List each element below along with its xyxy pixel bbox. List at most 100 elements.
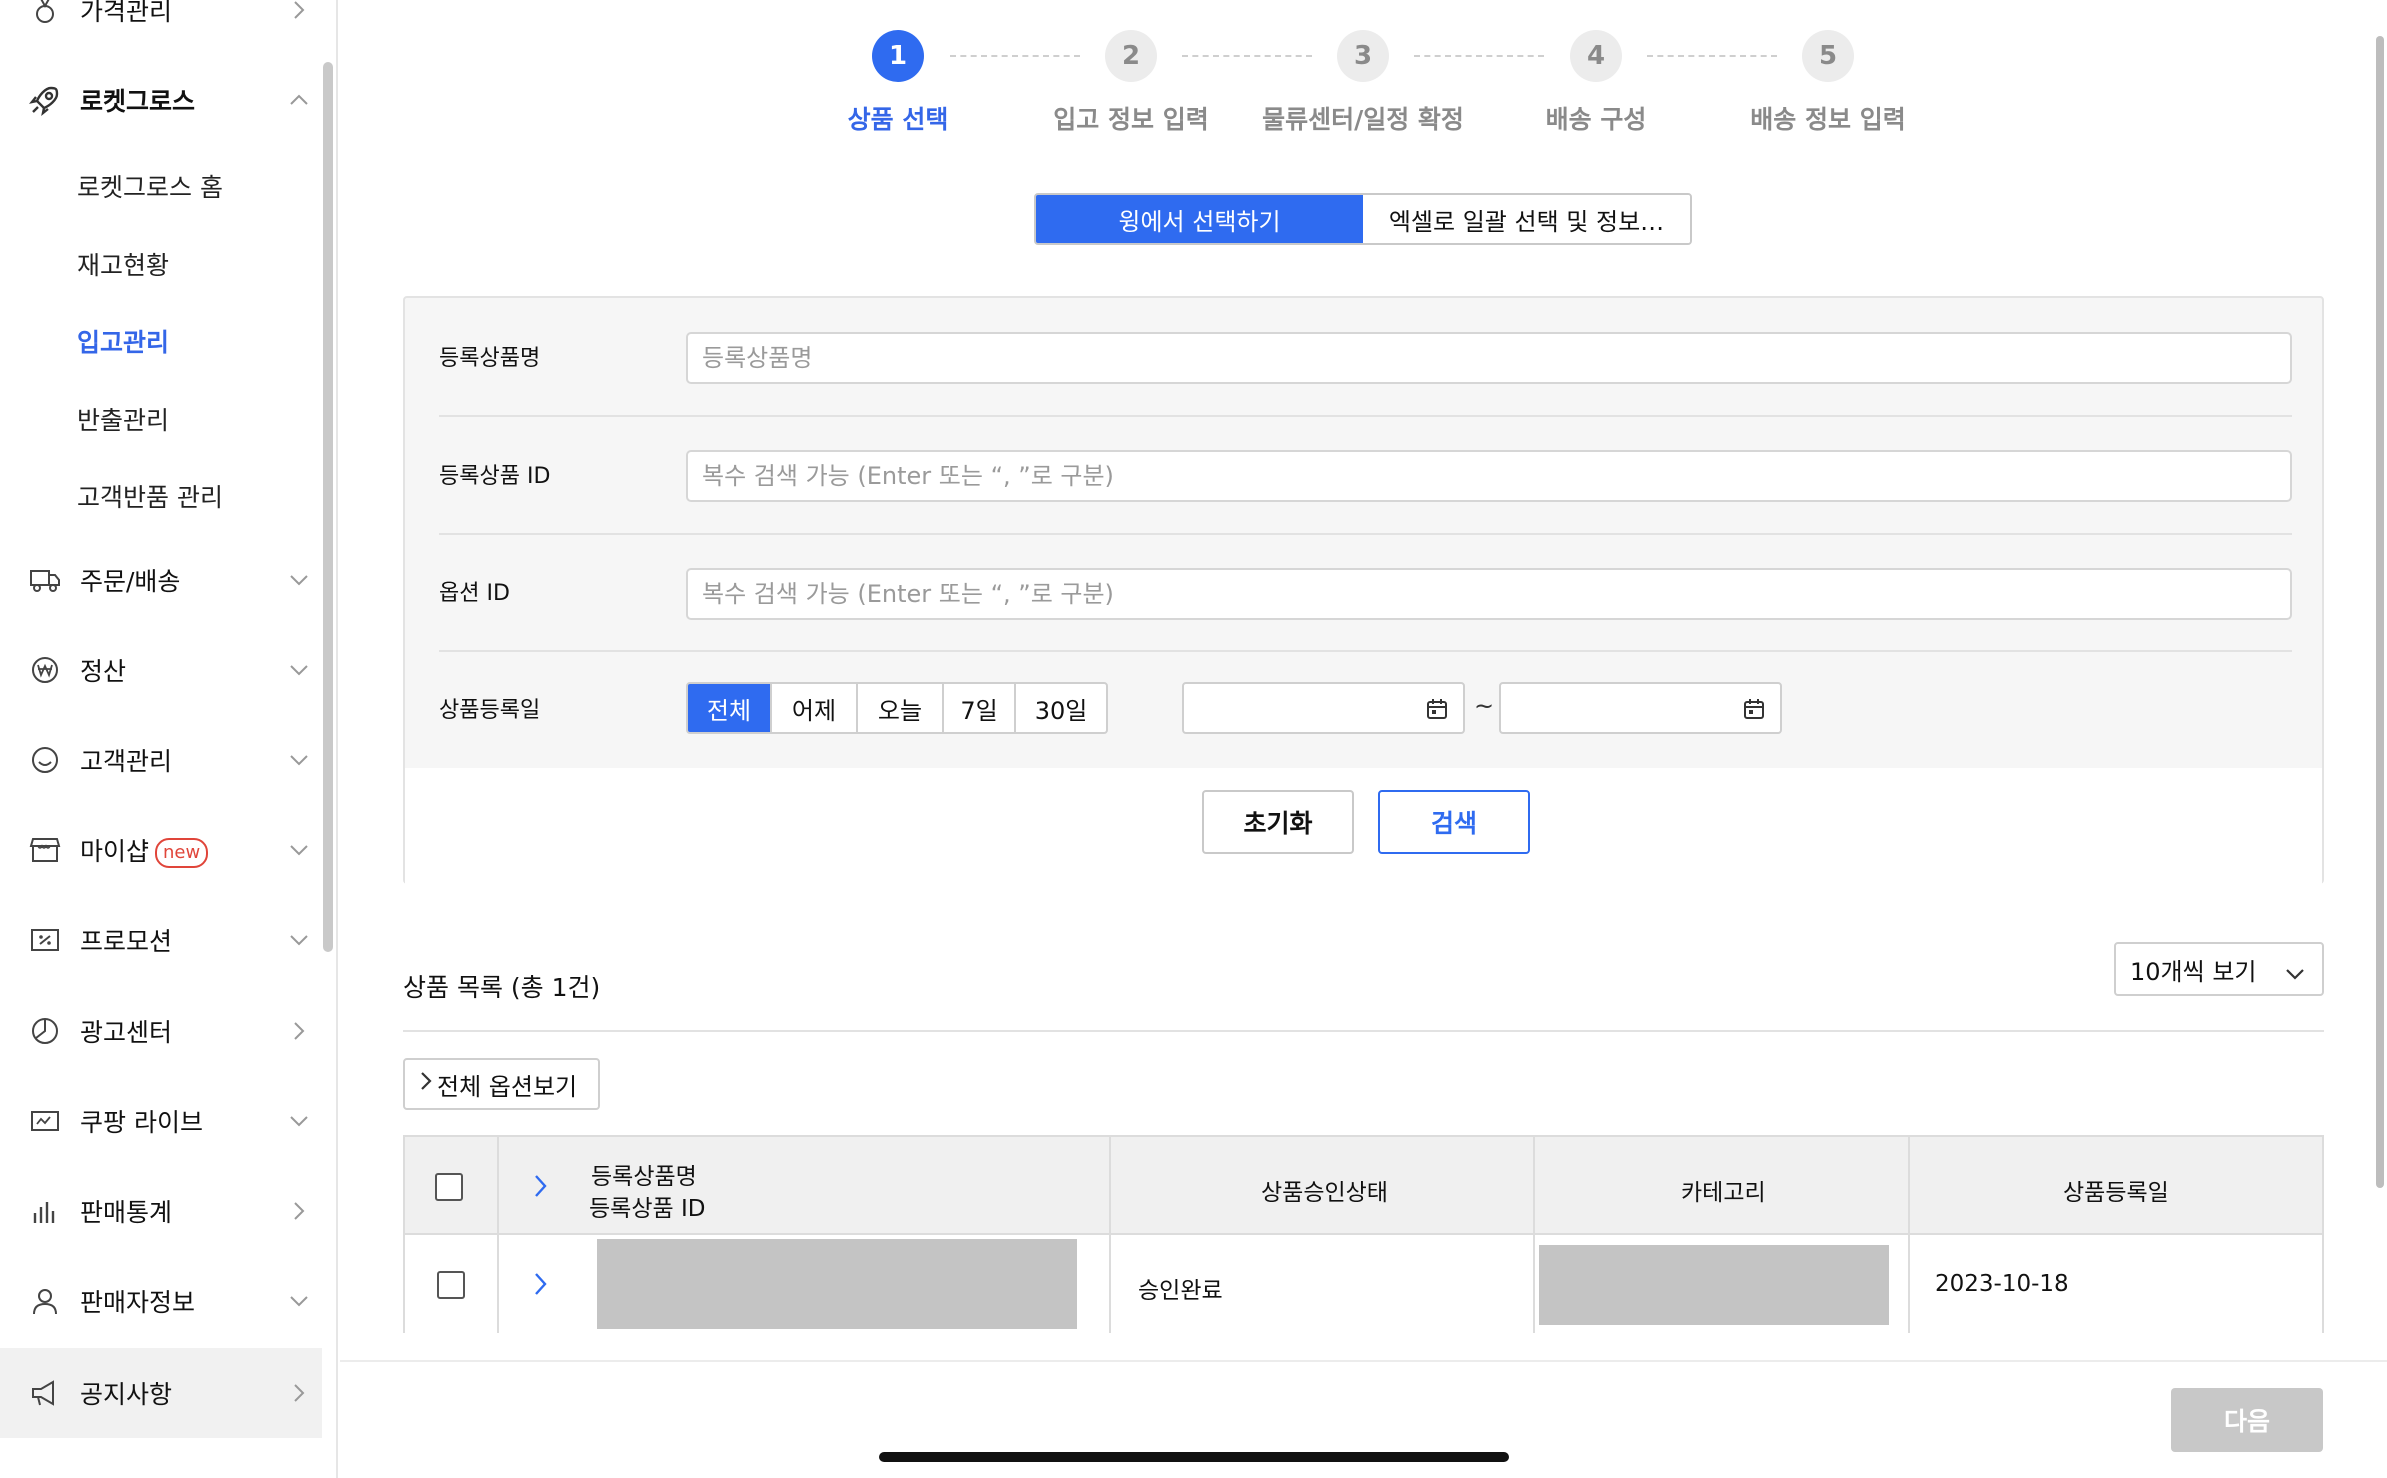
sidebar-item-label: 광고센터 <box>80 1018 173 1047</box>
sidebar-sub-rocketgrowth-home[interactable]: 로켓그로스 홈 <box>77 168 223 204</box>
pie-icon <box>28 1014 62 1048</box>
product-id-label: 등록상품 ID <box>439 464 551 489</box>
product-id-input[interactable] <box>686 450 2292 502</box>
calendar-icon[interactable] <box>1425 697 1449 725</box>
divider <box>439 533 2292 535</box>
start-date-input[interactable] <box>1182 682 1465 734</box>
date-range-30days[interactable]: 30일 <box>1016 684 1106 732</box>
sidebar-item-notice[interactable]: 공지사항 <box>0 1348 322 1438</box>
chevron-down-icon <box>288 659 310 681</box>
product-name-label: 등록상품명 <box>439 346 541 371</box>
sidebar-sub-inbound[interactable]: 입고관리 <box>77 323 169 359</box>
smile-icon <box>28 743 62 777</box>
col-registration-date: 상품등록일 <box>2063 1180 2169 1206</box>
chevron-down-icon <box>288 749 310 771</box>
sidebar-item-label: 가격관리 <box>80 0 173 26</box>
sidebar-item-promotion[interactable]: 프로모션 <box>0 895 322 985</box>
redacted-product-name <box>597 1239 1077 1329</box>
divider <box>439 415 2292 417</box>
sidebar-item-myshop[interactable]: 마이샵 new <box>0 805 322 895</box>
step-number: 5 <box>1802 30 1854 82</box>
live-icon <box>28 1104 62 1138</box>
chevron-right-icon <box>288 1200 310 1222</box>
sidebar-item-orders[interactable]: 주문/배송 <box>0 535 322 625</box>
home-indicator <box>879 1452 1509 1462</box>
sidebar-item-sales-stats[interactable]: 판매통계 <box>0 1166 322 1256</box>
view-all-options-label: 전체 옵션보기 <box>437 1072 578 1101</box>
col-product-id: 등록상품 ID <box>589 1196 706 1222</box>
next-button[interactable]: 다음 <box>2171 1388 2323 1452</box>
sidebar-sub-inventory[interactable]: 재고현황 <box>77 246 169 282</box>
medal-icon <box>28 0 62 27</box>
step-label: 배송 구성 <box>1545 105 1647 134</box>
end-date-input[interactable] <box>1499 682 1782 734</box>
divider <box>1533 1137 1535 1333</box>
search-button[interactable]: 검색 <box>1378 790 1530 854</box>
product-name-input[interactable] <box>686 332 2292 384</box>
select-all-checkbox[interactable] <box>435 1173 463 1201</box>
sidebar-item-label: 정산 <box>80 657 127 686</box>
sidebar-item-label: 쿠팡 라이브 <box>80 1108 203 1137</box>
divider <box>439 650 2292 652</box>
step-label: 배송 정보 입력 <box>1750 105 1906 134</box>
sidebar-item-customers[interactable]: 고객관리 <box>0 715 322 805</box>
new-badge: new <box>155 838 209 868</box>
chevron-right-icon[interactable] <box>533 1271 549 1301</box>
table-row[interactable]: 승인완료 2023-10-18 <box>405 1235 2322 1333</box>
step-2: 2 입고 정보 입력 <box>1011 30 1251 136</box>
sidebar-scrollbar[interactable] <box>323 62 333 952</box>
chevron-right-icon[interactable] <box>533 1173 549 1203</box>
date-range-all[interactable]: 전체 <box>688 684 772 732</box>
step-label: 상품 선택 <box>847 105 949 134</box>
date-range-selector: 전체 어제 오늘 7일 30일 <box>686 682 1108 734</box>
sidebar-item-seller-info[interactable]: 판매자정보 <box>0 1256 322 1346</box>
reset-button[interactable]: 초기화 <box>1202 790 1354 854</box>
date-range-yesterday[interactable]: 어제 <box>772 684 858 732</box>
page-size-select[interactable]: 10개씩 보기 <box>2114 942 2324 996</box>
registration-date-label: 상품등록일 <box>439 698 541 723</box>
sidebar-item-rocketgrowth[interactable]: 로켓그로스 <box>0 55 322 145</box>
sidebar-item-label: 고객관리 <box>80 747 173 776</box>
chevron-down-icon <box>288 1110 310 1132</box>
sidebar-item-label: 마이샵 new <box>80 832 209 868</box>
tab-select-from-wing[interactable]: 윙에서 선택하기 <box>1036 195 1363 243</box>
person-icon <box>28 1284 62 1318</box>
search-panel: 등록상품명 등록상품 ID 옵션 ID 상품등록일 전체 어제 오늘 7일 30… <box>403 296 2324 884</box>
sidebar-item-price[interactable]: 가격관리 <box>0 0 322 55</box>
chevron-down-icon <box>2284 960 2306 988</box>
divider <box>1109 1137 1111 1333</box>
sidebar: 가격관리 로켓그로스 로켓그로스 홈 재고현황 입고관리 반출관리 고객반품 관… <box>0 0 338 1478</box>
step-number: 1 <box>872 30 924 82</box>
sidebar-item-ad-center[interactable]: 광고센터 <box>0 986 322 1076</box>
megaphone-icon <box>28 1376 62 1410</box>
table-header: 등록상품명 등록상품 ID 상품승인상태 카테고리 상품등록일 <box>405 1137 2322 1235</box>
page-size-value: 10개씩 보기 <box>2130 957 2257 986</box>
calendar-icon[interactable] <box>1742 697 1766 725</box>
col-category: 카테고리 <box>1681 1180 1766 1206</box>
sidebar-item-label: 공지사항 <box>80 1380 173 1409</box>
bar-chart-icon <box>28 1194 62 1228</box>
chevron-right-icon <box>288 0 310 21</box>
main-scrollbar[interactable] <box>2376 36 2384 1188</box>
date-range-today[interactable]: 오늘 <box>858 684 944 732</box>
coupon-icon <box>28 923 62 957</box>
option-id-input[interactable] <box>686 568 2292 620</box>
row-checkbox[interactable] <box>437 1271 465 1299</box>
selection-mode-tabs: 윙에서 선택하기 엑셀로 일괄 선택 및 정보… <box>1034 193 1692 245</box>
product-table: 등록상품명 등록상품 ID 상품승인상태 카테고리 상품등록일 승인완료 202… <box>403 1135 2324 1333</box>
date-range-7days[interactable]: 7일 <box>944 684 1016 732</box>
sidebar-item-coupang-live[interactable]: 쿠팡 라이브 <box>0 1076 322 1166</box>
step-4: 4 배송 구성 <box>1476 30 1716 136</box>
sidebar-item-label: 판매통계 <box>80 1198 173 1227</box>
view-all-options-button[interactable]: 전체 옵션보기 <box>403 1058 600 1110</box>
chevron-right-icon <box>288 1382 310 1404</box>
chevron-down-icon <box>288 839 310 861</box>
sidebar-item-label: 로켓그로스 <box>80 87 196 116</box>
sidebar-sub-return-out[interactable]: 반출관리 <box>77 401 169 437</box>
divider <box>497 1137 499 1333</box>
tab-excel-bulk-select[interactable]: 엑셀로 일괄 선택 및 정보… <box>1363 195 1690 243</box>
sidebar-sub-customer-return[interactable]: 고객반품 관리 <box>77 478 223 514</box>
sidebar-item-settlement[interactable]: 정산 <box>0 625 322 715</box>
registration-date-value: 2023-10-18 <box>1935 1271 2069 1297</box>
col-approval-status: 상품승인상태 <box>1261 1180 1388 1206</box>
